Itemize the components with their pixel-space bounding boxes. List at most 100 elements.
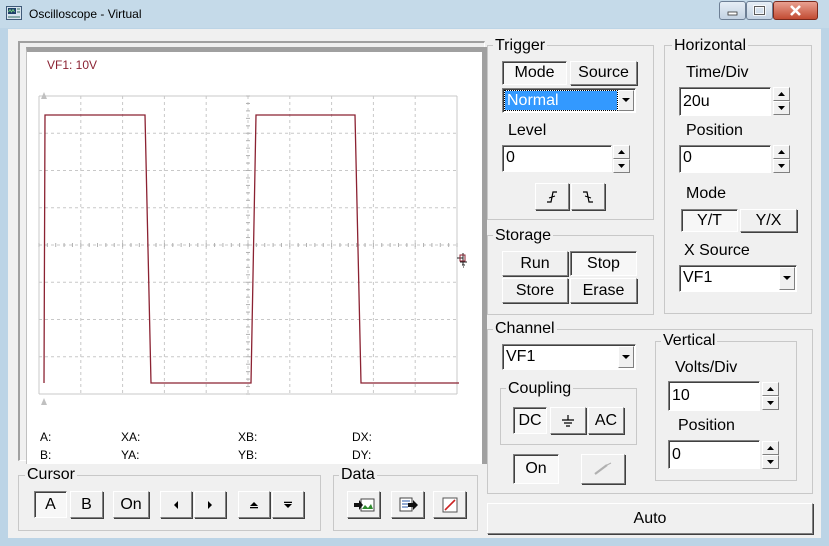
vf1-waveform-trace	[43, 114, 459, 384]
export-data-icon	[399, 497, 418, 511]
trigger-falling-edge-button[interactable]	[571, 183, 605, 210]
trigger-source-tab[interactable]: Source	[570, 61, 637, 85]
bottom-marker-icon	[41, 398, 47, 405]
horizontal-mode-label: Mode	[686, 185, 727, 202]
trigger-mode-select[interactable]: Normal	[502, 88, 636, 113]
volts-div-input[interactable]: 10	[668, 381, 760, 411]
window-title: Oscilloscope - Virtual	[29, 7, 142, 21]
horizontal-position-input[interactable]: 0	[679, 145, 771, 173]
readout-b: B:	[40, 448, 52, 462]
arrow-down-bar-icon	[284, 501, 292, 508]
channel-group-title: Channel	[493, 320, 557, 337]
oscilloscope-window: Oscilloscope - Virtual VF1: 10V A: B: XA…	[0, 0, 829, 546]
spin-down-icon[interactable]	[613, 159, 630, 173]
cursor-a-button[interactable]: A	[34, 491, 67, 518]
chevron-down-icon[interactable]	[618, 346, 634, 368]
rising-edge-icon	[547, 190, 557, 203]
spin-up-icon[interactable]	[773, 145, 790, 159]
coupling-ac-button[interactable]: AC	[588, 407, 624, 434]
coupling-dc-button[interactable]: DC	[513, 407, 547, 434]
cursor-right-button[interactable]	[194, 491, 226, 518]
spin-down-icon[interactable]	[773, 101, 790, 115]
maximize-button[interactable]	[746, 1, 773, 20]
trigger-mode-tab[interactable]: Mode	[502, 61, 567, 85]
volts-div-label: Volts/Div	[675, 359, 738, 376]
title-bar[interactable]: Oscilloscope - Virtual	[0, 0, 829, 28]
readout-xa: XA:	[121, 430, 141, 444]
vertical-position-label: Position	[678, 417, 735, 434]
trigger-level-label: Level	[508, 122, 547, 139]
minimize-button[interactable]	[719, 1, 746, 20]
close-button[interactable]	[773, 1, 818, 20]
readout-dy: DY:	[352, 448, 372, 462]
storage-stop-button[interactable]: Stop	[570, 251, 637, 276]
channel-on-button[interactable]: On	[513, 454, 559, 484]
close-icon	[790, 5, 801, 16]
export-data-button[interactable]	[391, 491, 424, 518]
spin-up-icon[interactable]	[613, 145, 630, 159]
probe-icon	[594, 462, 612, 475]
channel-probe-button[interactable]	[581, 454, 625, 484]
spin-down-icon[interactable]	[762, 396, 779, 410]
arrow-up-bar-icon	[250, 501, 258, 508]
storage-store-button[interactable]: Store	[502, 278, 568, 303]
arrow-right-icon	[208, 500, 212, 509]
trigger-level-spinner[interactable]	[613, 145, 630, 173]
readout-xb: XB:	[238, 430, 258, 444]
spin-up-icon[interactable]	[762, 441, 779, 455]
clear-data-button[interactable]	[433, 491, 466, 518]
export-image-button[interactable]	[347, 491, 380, 518]
horizontal-position-spinner[interactable]	[773, 145, 790, 173]
time-div-input[interactable]: 20u	[679, 87, 771, 116]
trigger-level-input[interactable]: 0	[502, 145, 612, 172]
spin-down-icon[interactable]	[762, 455, 779, 469]
trigger-mode-value: Normal	[504, 90, 618, 111]
maximize-icon	[753, 5, 766, 16]
coupling-gnd-button[interactable]	[550, 407, 586, 434]
chevron-down-icon[interactable]	[779, 267, 795, 290]
falling-edge-icon	[583, 190, 593, 203]
cursor-b-button[interactable]: B	[70, 491, 103, 518]
oscilloscope-app-icon	[6, 6, 22, 20]
storage-run-button[interactable]: Run	[502, 251, 568, 276]
data-group-title: Data	[339, 466, 377, 483]
readout-ya: YA:	[121, 448, 140, 462]
arrow-left-icon	[174, 500, 178, 509]
trigger-group-title: Trigger	[493, 37, 548, 54]
storage-group-title: Storage	[493, 227, 554, 244]
cursor-down-button[interactable]	[272, 491, 304, 518]
export-image-icon	[353, 498, 374, 511]
cursor-left-button[interactable]	[160, 491, 192, 518]
ground-icon	[562, 414, 574, 427]
storage-erase-button[interactable]: Erase	[570, 278, 637, 303]
trigger-marker-icon	[457, 253, 467, 268]
channel-value: VF1	[506, 348, 536, 365]
x-source-value: VF1	[683, 269, 713, 286]
horizontal-group-title: Horizontal	[672, 37, 749, 54]
spin-up-icon[interactable]	[762, 382, 779, 396]
minimize-icon	[727, 11, 738, 16]
volts-div-spinner[interactable]	[762, 382, 779, 410]
vertical-position-spinner[interactable]	[762, 441, 779, 469]
waveform-display[interactable]	[27, 52, 482, 459]
clear-chart-icon	[442, 497, 457, 512]
chevron-down-icon[interactable]	[618, 90, 634, 111]
vertical-position-input[interactable]: 0	[668, 440, 760, 469]
time-div-label: Time/Div	[686, 64, 749, 81]
readout-yb: YB:	[238, 448, 258, 462]
mode-yx-button[interactable]: Y/X	[740, 209, 797, 232]
auto-button[interactable]: Auto	[487, 503, 813, 534]
spin-down-icon[interactable]	[773, 159, 790, 173]
spin-up-icon[interactable]	[773, 87, 790, 101]
cursor-on-button[interactable]: On	[113, 491, 149, 518]
time-div-spinner[interactable]	[773, 87, 790, 115]
cursor-up-button[interactable]	[238, 491, 270, 518]
channel-select[interactable]: VF1	[502, 344, 636, 370]
trigger-rising-edge-button[interactable]	[535, 183, 569, 210]
readout-dx: DX:	[352, 430, 373, 444]
mode-yt-button[interactable]: Y/T	[681, 209, 738, 232]
x-source-select[interactable]: VF1	[679, 265, 797, 292]
vertical-group-title: Vertical	[661, 332, 718, 349]
horizontal-position-label: Position	[686, 122, 743, 139]
coupling-group-title: Coupling	[506, 380, 574, 397]
